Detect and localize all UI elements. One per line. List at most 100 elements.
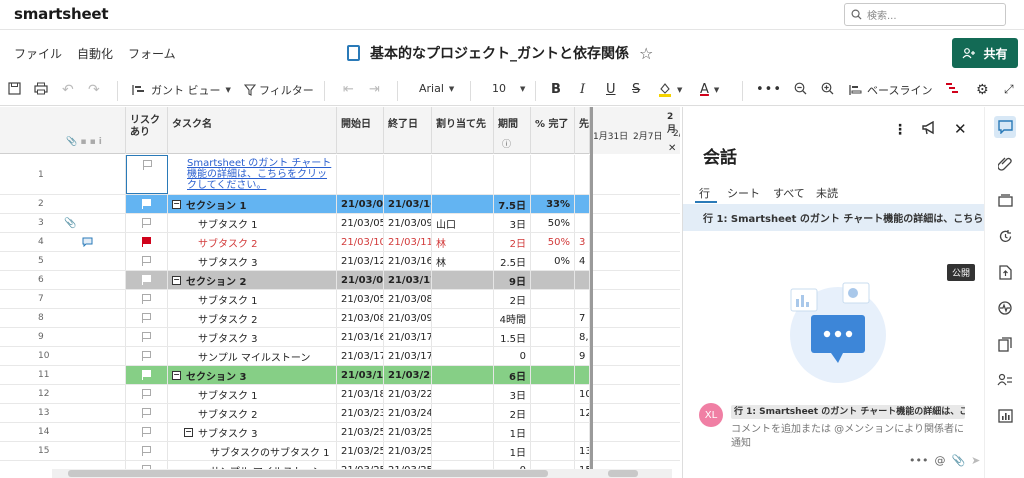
flag-icon[interactable]	[142, 218, 151, 228]
critical-path-icon[interactable]	[945, 82, 959, 94]
gantt-cell[interactable]	[593, 271, 680, 289]
tab-unread[interactable]: 未読	[816, 185, 838, 201]
font-dropdown[interactable]: Arial ▼	[419, 82, 454, 95]
mention-icon[interactable]: @	[934, 454, 945, 467]
task-name-cell[interactable]: サブタスク 2	[168, 404, 337, 422]
percent-cell[interactable]: 50%	[531, 233, 575, 251]
duration-cell[interactable]: 3日	[494, 385, 531, 403]
flag-icon[interactable]	[142, 389, 151, 399]
gantt-cell[interactable]	[593, 404, 680, 422]
table-row[interactable]: 1 Smartsheet のガント チャート機能の詳細は、こちらをクリックしてくだ…	[0, 155, 680, 195]
close-gantt-icon[interactable]: ✕	[668, 143, 676, 154]
assignee-cell[interactable]	[432, 271, 494, 289]
assignee-cell[interactable]	[432, 366, 494, 384]
attachment-icon[interactable]: 📎	[64, 218, 76, 229]
risk-flag-cell[interactable]	[126, 290, 168, 308]
start-cell[interactable]: 21/03/25	[337, 442, 384, 460]
duration-cell[interactable]: 1.5日	[494, 328, 531, 346]
risk-flag-cell[interactable]	[126, 328, 168, 346]
risk-flag-cell[interactable]	[126, 214, 168, 232]
risk-flag-cell[interactable]	[126, 233, 168, 251]
pred-cell[interactable]: 3	[575, 233, 590, 251]
end-cell[interactable]: 21/03/11	[384, 233, 432, 251]
end-cell[interactable]: 21/03/16	[384, 195, 432, 213]
table-row[interactable]: 15 サブタスクのサブタスク 1 21/03/25 21/03/25 1日 13	[0, 442, 680, 461]
gantt-cell[interactable]	[593, 385, 680, 403]
task-name-cell[interactable]: Smartsheet のガント チャート機能の詳細は、こちらをクリックしてくださ…	[168, 155, 337, 194]
risk-flag-cell[interactable]	[126, 385, 168, 403]
flag-icon[interactable]	[142, 408, 151, 418]
duration-cell[interactable]: 9日	[494, 271, 531, 289]
percent-cell[interactable]	[531, 366, 575, 384]
proofs-icon[interactable]	[994, 333, 1016, 355]
search-input[interactable]: 検索...	[844, 3, 1006, 26]
pred-cell[interactable]	[575, 366, 590, 384]
collapse-toggle-icon[interactable]: −	[172, 370, 181, 380]
percent-cell[interactable]	[531, 328, 575, 346]
end-cell[interactable]: 21/03/25	[384, 442, 432, 460]
gantt-divider-handle[interactable]	[590, 107, 593, 478]
duration-cell[interactable]: 2日	[494, 290, 531, 308]
end-cell[interactable]: 21/03/22	[384, 385, 432, 403]
start-cell[interactable]: 21/03/18	[337, 366, 384, 384]
pred-cell[interactable]: 12	[575, 404, 590, 422]
pred-cell[interactable]	[575, 271, 590, 289]
percent-cell[interactable]: 0%	[531, 252, 575, 270]
comment-input[interactable]: コメントを追加または @メンションにより関係者に通知	[731, 423, 965, 451]
column-header-start-date[interactable]: 開始日	[337, 107, 384, 154]
start-cell[interactable]: 21/03/05	[337, 195, 384, 213]
assignee-cell[interactable]	[432, 195, 494, 213]
smartsheet-logo[interactable]: smartsheet	[14, 5, 109, 23]
gantt-cell[interactable]	[593, 290, 680, 308]
pred-cell[interactable]: 9	[575, 347, 590, 365]
column-header-end-date[interactable]: 終了日	[384, 107, 432, 154]
table-row[interactable]: 11 −セクション 3 21/03/18 21/03/25 6日	[0, 366, 680, 385]
pred-cell[interactable]	[575, 290, 590, 308]
assignee-cell[interactable]	[432, 290, 494, 308]
start-cell[interactable]: 21/03/05	[337, 271, 384, 289]
cards-icon[interactable]	[994, 189, 1016, 211]
duration-cell[interactable]: 6日	[494, 366, 531, 384]
undo-icon[interactable]: ↶	[62, 82, 74, 98]
task-name-cell[interactable]: − サブタスク 3	[168, 423, 337, 441]
settings-gear-icon[interactable]: ⚙	[976, 82, 989, 98]
task-name-cell[interactable]: サブタスク 1	[168, 290, 337, 308]
risk-flag-cell[interactable]	[126, 309, 168, 327]
end-cell[interactable]: 21/03/17	[384, 347, 432, 365]
summary-icon[interactable]	[994, 297, 1016, 319]
gantt-cell[interactable]	[593, 309, 680, 327]
favorite-star-icon[interactable]: ☆	[639, 44, 653, 63]
underline-icon[interactable]: U	[606, 82, 616, 97]
task-name-link[interactable]: Smartsheet のガント チャート機能の詳細は、こちらをクリックしてくださ…	[172, 158, 332, 191]
gantt-cell[interactable]	[593, 328, 680, 346]
start-cell[interactable]: 21/03/12	[337, 252, 384, 270]
duration-cell[interactable]	[494, 155, 531, 194]
risk-flag-cell[interactable]	[126, 347, 168, 365]
table-row[interactable]: 3 📎 サブタスク 1 21/03/05 21/03/09 山口 3日 50%	[0, 214, 680, 233]
reports-icon[interactable]	[994, 405, 1016, 427]
gantt-cell[interactable]	[593, 214, 680, 232]
gantt-cell[interactable]	[593, 155, 680, 194]
menu-file[interactable]: ファイル	[14, 45, 62, 62]
start-cell[interactable]	[337, 155, 384, 194]
baseline-button[interactable]: ベースライン	[849, 82, 932, 98]
flag-icon[interactable]	[142, 313, 151, 323]
duration-cell[interactable]: 0	[494, 347, 531, 365]
column-header-assignee[interactable]: 割り当て先	[432, 107, 494, 154]
duration-cell[interactable]: 2日	[494, 233, 531, 251]
table-row[interactable]: 13 サブタスク 2 21/03/23 21/03/24 2日 12	[0, 404, 680, 423]
flag-icon[interactable]	[142, 370, 151, 380]
gantt-cell[interactable]	[593, 442, 680, 460]
task-name-cell[interactable]: サブタスクのサブタスク 1	[168, 442, 337, 460]
table-row[interactable]: 14 − サブタスク 3 21/03/25 21/03/25 1日	[0, 423, 680, 442]
end-cell[interactable]: 21/03/25	[384, 366, 432, 384]
comment-thread-row[interactable]: 行 1: Smartsheet のガント チャート機能の詳細は、こちら...	[683, 204, 985, 231]
more-icon[interactable]: •••	[909, 454, 928, 467]
end-cell[interactable]: 21/03/16	[384, 252, 432, 270]
table-row[interactable]: 10 サンプル マイルストーン 21/03/17 21/03/17 0 9	[0, 347, 680, 366]
task-name-cell[interactable]: サブタスク 1	[168, 214, 337, 232]
column-header-predecessors[interactable]: 先	[575, 107, 590, 154]
sheet-title-text[interactable]: 基本的なプロジェクト_ガントと依存関係	[370, 43, 629, 63]
assignee-cell[interactable]	[432, 347, 494, 365]
font-size-dropdown[interactable]: 10 ▼	[492, 82, 525, 95]
